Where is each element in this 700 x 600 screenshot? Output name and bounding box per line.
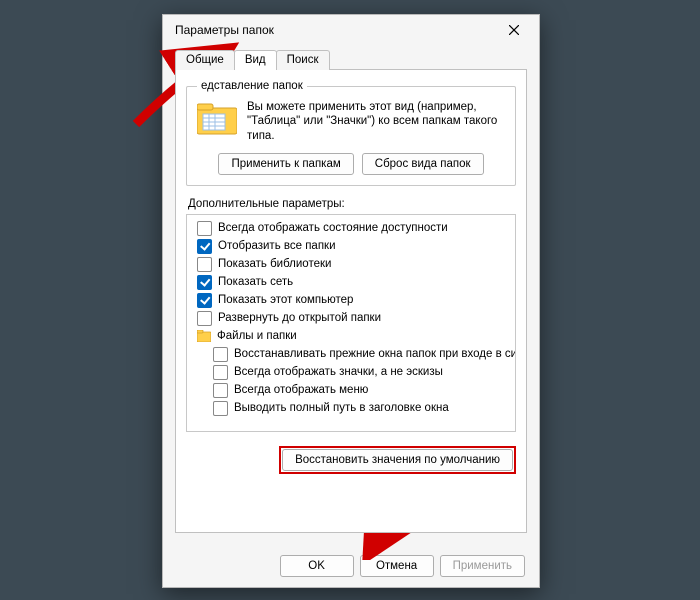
- checkbox[interactable]: [197, 311, 212, 326]
- checkbox[interactable]: [213, 383, 228, 398]
- apply-to-folders-button[interactable]: Применить к папкам: [218, 153, 353, 175]
- titlebar: Параметры папок: [163, 15, 539, 45]
- checkbox[interactable]: [197, 239, 212, 254]
- tree-row[interactable]: Показать сеть: [193, 273, 515, 291]
- dialog-footer: OK Отмена Применить: [163, 555, 539, 577]
- tree-row[interactable]: Всегда отображать значки, а не эскизы: [193, 363, 515, 381]
- restore-defaults-button[interactable]: Восстановить значения по умолчанию: [282, 449, 513, 471]
- checkbox[interactable]: [197, 293, 212, 308]
- tree-row[interactable]: Всегда отображать меню: [193, 381, 515, 399]
- dialog-body: Общие Вид Поиск едставление папок: [163, 45, 539, 543]
- tree-row[interactable]: Восстанавливать прежние окна папок при в…: [193, 345, 515, 363]
- tree-row-label: Показать сеть: [218, 276, 293, 288]
- tree-row-label: Показать библиотеки: [218, 258, 331, 270]
- folder-views-group: едставление папок Вы можете применить эт…: [186, 80, 516, 186]
- checkbox[interactable]: [197, 221, 212, 236]
- cancel-button[interactable]: Отмена: [360, 555, 434, 577]
- checkbox[interactable]: [213, 401, 228, 416]
- tree-row-label: Всегда отображать состояние доступности: [218, 222, 448, 234]
- folder-options-dialog: Параметры папок Общие Вид Поиск едставле…: [162, 14, 540, 588]
- tree-row[interactable]: Развернуть до открытой папки: [193, 309, 515, 327]
- tree-row-label: Всегда отображать меню: [234, 384, 368, 396]
- folder-views-text: Вы можете применить этот вид (например, …: [247, 100, 505, 143]
- tree-node-label: Файлы и папки: [217, 330, 297, 342]
- checkbox[interactable]: [213, 365, 228, 380]
- tab-search[interactable]: Поиск: [276, 50, 330, 70]
- close-button[interactable]: [497, 18, 531, 42]
- tree-row[interactable]: Выводить полный путь в заголовке окна: [193, 399, 515, 417]
- checkbox[interactable]: [197, 275, 212, 290]
- tab-strip: Общие Вид Поиск: [175, 50, 527, 70]
- tree-node-files-and-folders[interactable]: Файлы и папки: [193, 327, 515, 345]
- tab-view[interactable]: Вид: [234, 50, 277, 70]
- apply-button[interactable]: Применить: [440, 555, 525, 577]
- tree-row[interactable]: Показать этот компьютер: [193, 291, 515, 309]
- dialog-title: Параметры папок: [175, 23, 274, 37]
- tree-row-label: Всегда отображать значки, а не эскизы: [234, 366, 443, 378]
- checkbox[interactable]: [197, 257, 212, 272]
- advanced-settings-tree[interactable]: Всегда отображать состояние доступности О…: [186, 214, 516, 432]
- tree-row[interactable]: Показать библиотеки: [193, 255, 515, 273]
- tab-general[interactable]: Общие: [175, 50, 235, 70]
- folder-views-icon: [197, 102, 237, 136]
- tree-row-label: Показать этот компьютер: [218, 294, 353, 306]
- tree-row-label: Развернуть до открытой папки: [218, 312, 381, 324]
- folder-icon: [197, 330, 211, 342]
- tree-row-label: Отобразить все папки: [218, 240, 336, 252]
- tree-row[interactable]: Всегда отображать состояние доступности: [193, 219, 515, 237]
- advanced-settings-label: Дополнительные параметры:: [188, 198, 516, 210]
- ok-button[interactable]: OK: [280, 555, 354, 577]
- tree-row-label: Выводить полный путь в заголовке окна: [234, 402, 449, 414]
- checkbox[interactable]: [213, 347, 228, 362]
- close-icon: [509, 25, 519, 35]
- tree-row-label: Восстанавливать прежние окна папок при в…: [234, 348, 516, 360]
- tab-page-view: едставление папок Вы можете применить эт…: [175, 69, 527, 533]
- restore-defaults-highlight: Восстановить значения по умолчанию: [279, 446, 516, 474]
- tree-row[interactable]: Отобразить все папки: [193, 237, 515, 255]
- folder-views-legend: едставление папок: [197, 80, 307, 92]
- reset-folder-views-button[interactable]: Сброс вида папок: [362, 153, 484, 175]
